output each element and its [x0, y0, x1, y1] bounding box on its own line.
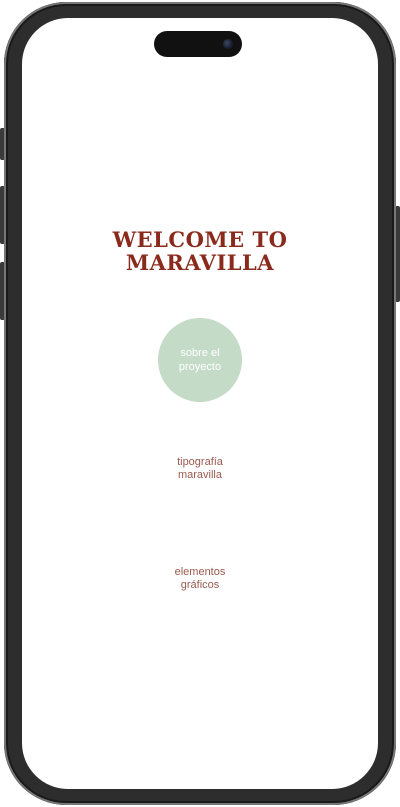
- page-title: WELCOME TO MARAVILLA: [112, 227, 288, 275]
- dynamic-island: [154, 31, 242, 57]
- about-project-button[interactable]: sobre el proyecto: [158, 318, 242, 402]
- phone-mockup: WELCOME TO MARAVILLA sobre el proyecto t…: [0, 0, 400, 807]
- graphic-elements-link[interactable]: elementos gráficos: [22, 566, 378, 592]
- camera-icon: [223, 39, 233, 49]
- phone-screen: WELCOME TO MARAVILLA sobre el proyecto t…: [22, 18, 378, 789]
- about-project-label: sobre el proyecto: [178, 347, 222, 373]
- typography-link[interactable]: tipografía maravilla: [22, 456, 378, 482]
